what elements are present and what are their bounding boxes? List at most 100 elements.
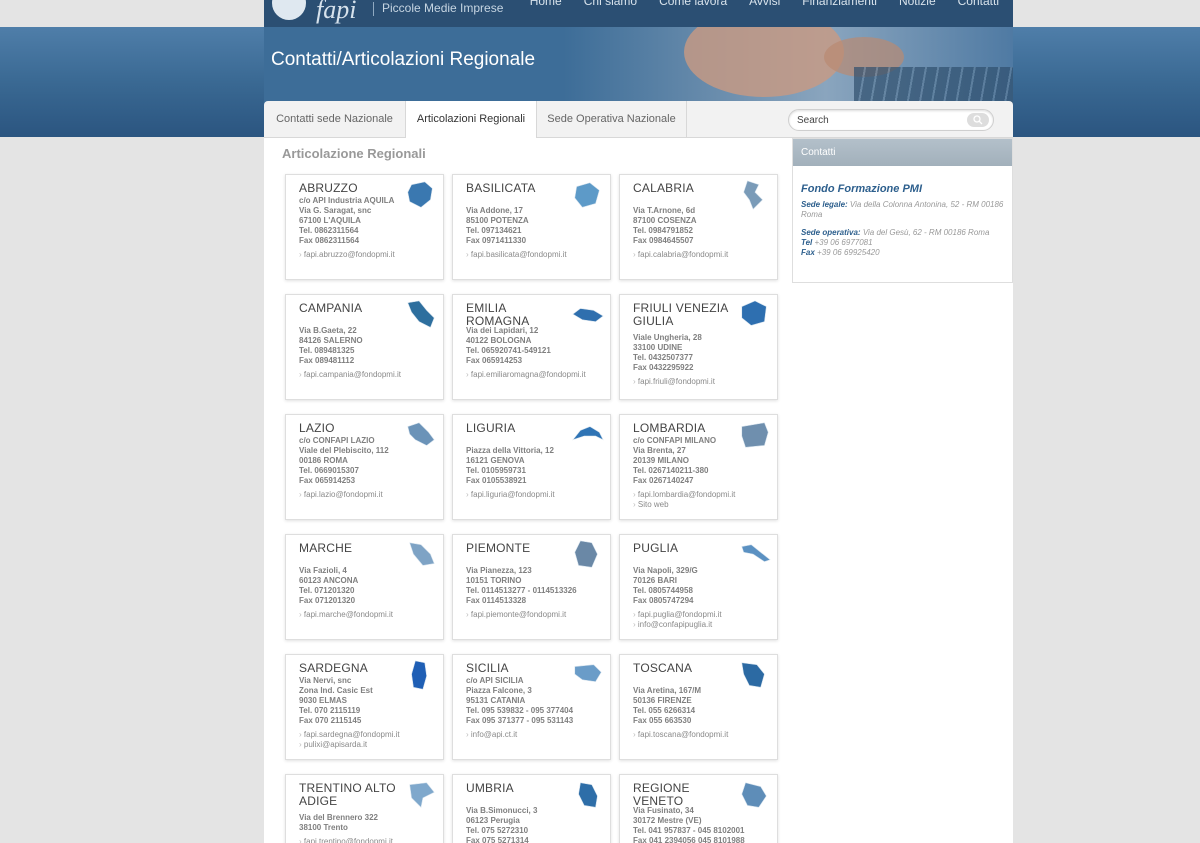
address-line: Tel. 0114513277 - 0114513326 — [466, 586, 577, 595]
region-name: PIEMONTE — [466, 541, 531, 555]
region-card: EMILIA ROMAGNA Via dei Lapidari, 12 40122 … — [452, 294, 611, 400]
address-line: Via Napoli, 329/G — [633, 566, 698, 575]
address-line: Tel. 075 5272310 — [466, 826, 529, 835]
region-email-link[interactable]: fapi.trentino@fondopmi.it — [299, 837, 393, 843]
region-email-link[interactable]: Sito web — [633, 500, 735, 510]
region-links: fapi.lombardia@fondopmi.itSito web — [633, 490, 736, 510]
region-email-link[interactable]: pulixi@apisarda.it — [299, 740, 400, 750]
address-line: Tel. 0432507377 — [633, 353, 693, 362]
region-email-link[interactable]: fapi.emiliaromagna@fondopmi.it — [466, 370, 586, 380]
region-links: fapi.liguria@fondopmi.it — [466, 490, 555, 500]
address-line: Fax 0105538921 — [466, 476, 527, 485]
region-links: fapi.campania@fondopmi.it — [299, 370, 401, 380]
region-email-link[interactable]: fapi.lombardia@fondopmi.it — [633, 490, 736, 500]
page-title: Contatti/Articolazioni Regionale — [271, 49, 536, 70]
region-email-link[interactable]: fapi.toscana@fondopmi.it — [633, 730, 728, 740]
region-map-icon — [743, 180, 763, 210]
address-line: Fax 071201320 — [299, 596, 356, 605]
site-header: fapi Piccole Medie Imprese Home Chi siam… — [264, 0, 1013, 27]
address-line: 60123 ANCONA — [299, 576, 359, 585]
region-email-link[interactable]: fapi.sardegna@fondopmi.it — [299, 730, 400, 740]
address-line: Tel. 0267140211-380 — [633, 466, 709, 475]
address-line: 67100 L'AQUILA — [299, 216, 361, 225]
region-card: PUGLIA Via Napoli, 329/G 70126 BARI Tel. 08… — [619, 534, 778, 640]
nav-item[interactable]: Notizie — [899, 0, 936, 8]
sidebar-fax: Fax +39 06 69925420 — [801, 248, 880, 257]
region-email-link[interactable]: fapi.basilicata@fondopmi.it — [466, 250, 567, 260]
nav-item[interactable]: Home — [530, 0, 562, 8]
address-line: Piazza della Vittoria, 12 — [466, 446, 554, 455]
logo-text[interactable]: fapi — [316, 0, 356, 25]
region-map-icon — [741, 544, 771, 562]
address-line: Tel. 0805744958 — [633, 586, 693, 595]
region-map-icon — [572, 308, 604, 322]
region-address: Via B.Gaeta, 22 84126 SALERNO Tel. 0894813… — [299, 326, 363, 366]
region-links: fapi.puglia@fondopmi.itinfo@confapipugli… — [633, 610, 722, 629]
search-button[interactable] — [967, 113, 989, 127]
address-line: Tel. 041 957837 - 045 8102001 — [633, 826, 745, 835]
region-name: MARCHE — [299, 541, 353, 555]
region-email-link[interactable]: fapi.piemonte@fondopmi.it — [466, 610, 566, 620]
region-name: LAZIO — [299, 421, 335, 435]
address-line: 70126 BARI — [633, 576, 678, 585]
address-line: Tel. 070 2115119 — [299, 706, 361, 715]
address-line: 84126 SALERNO — [299, 336, 363, 345]
nav-item[interactable]: Chi siamo — [584, 0, 637, 8]
address-line: Viale del Plebiscito, 112 — [299, 446, 389, 455]
region-email-link[interactable]: fapi.liguria@fondopmi.it — [466, 490, 555, 500]
region-email-link[interactable]: fapi.marche@fondopmi.it — [299, 610, 393, 620]
address-line: 95131 CATANIA — [466, 696, 526, 705]
address-line: Fax 095 371377 - 095 531143 — [466, 716, 574, 725]
region-name: BASILICATA — [466, 181, 536, 195]
tab-articolazioni-regionali[interactable]: Articolazioni Regionali — [406, 101, 537, 139]
nav-item[interactable]: Contatti — [958, 0, 999, 8]
region-map-icon — [407, 300, 435, 328]
section-title: Articolazione Regionali — [282, 146, 426, 161]
address-line: c/o CONFAPI MILANO — [633, 436, 717, 445]
search-input[interactable] — [797, 115, 957, 126]
region-map-icon — [741, 662, 765, 688]
logo-icon[interactable] — [272, 0, 306, 20]
region-address: Piazza della Vittoria, 12 16121 GENOVA Tel… — [466, 446, 554, 486]
region-map-icon — [411, 660, 427, 690]
tab-contatti-nazionale[interactable]: Contatti sede Nazionale — [264, 101, 406, 138]
address-line: Fax 041 2394056 045 8101988 — [633, 836, 745, 843]
region-email-link[interactable]: fapi.campania@fondopmi.it — [299, 370, 401, 380]
region-card: ABRUZZO c/o API Industria AQUILA Via G. Sa… — [285, 174, 444, 280]
region-address: Via Fusinato, 34 30172 Mestre (VE) Tel. 04… — [633, 806, 745, 843]
region-card: SARDEGNA Via Nervi, snc Zona Ind. Casic Es… — [285, 654, 444, 760]
address-line: Tel. 0984791852 — [633, 226, 693, 235]
region-links: fapi.friuli@fondopmi.it — [633, 377, 715, 387]
address-line: Tel. 097134621 — [466, 226, 522, 235]
nav-item[interactable]: Come lavora — [659, 0, 727, 8]
nav-item[interactable]: Finanziamenti — [802, 0, 877, 8]
region-email-link[interactable]: fapi.lazio@fondopmi.it — [299, 490, 383, 500]
address-line: Fax 0805747294 — [633, 596, 694, 605]
region-links: fapi.abruzzo@fondopmi.it — [299, 250, 395, 260]
region-name: SARDEGNA — [299, 661, 368, 675]
address-line: Tel. 089481325 — [299, 346, 355, 355]
region-address: c/o CONFAPI MILANO Via Brenta, 27 20139 MI… — [633, 436, 716, 486]
address-line: Fax 070 2115145 — [299, 716, 362, 725]
region-links: fapi.lazio@fondopmi.it — [299, 490, 383, 500]
address-line: Via Aretina, 167/M — [633, 686, 702, 695]
region-email-link[interactable]: info@confapipuglia.it — [633, 620, 722, 630]
region-email-link[interactable]: fapi.calabria@fondopmi.it — [633, 250, 728, 260]
region-email-link[interactable]: fapi.puglia@fondopmi.it — [633, 610, 722, 620]
region-card: MARCHE Via Fazioli, 4 60123 ANCONA Tel. 071… — [285, 534, 444, 640]
address-line: Via B.Simonucci, 3 — [466, 806, 538, 815]
region-card: FRIULI VENEZIA GIULIA Viale Ungheria, 28 3… — [619, 294, 778, 400]
address-line: Viale Ungheria, 28 — [633, 333, 702, 342]
nav-item[interactable]: Avvisi — [749, 0, 780, 8]
region-map-icon — [574, 664, 602, 682]
region-address: Via Fazioli, 4 60123 ANCONA Tel. 071201320… — [299, 566, 358, 606]
region-email-link[interactable]: fapi.friuli@fondopmi.it — [633, 377, 715, 387]
address-line: Fax 089481112 — [299, 356, 355, 365]
org-name: Fondo Formazione PMI — [801, 183, 922, 195]
tab-sede-operativa[interactable]: Sede Operativa Nazionale — [537, 101, 687, 138]
region-email-link[interactable]: fapi.abruzzo@fondopmi.it — [299, 250, 395, 260]
region-links: info@api.ct.it — [466, 730, 517, 740]
region-email-link[interactable]: info@api.ct.it — [466, 730, 517, 740]
address-line: 85100 POTENZA — [466, 216, 529, 225]
region-map-icon — [407, 181, 433, 208]
